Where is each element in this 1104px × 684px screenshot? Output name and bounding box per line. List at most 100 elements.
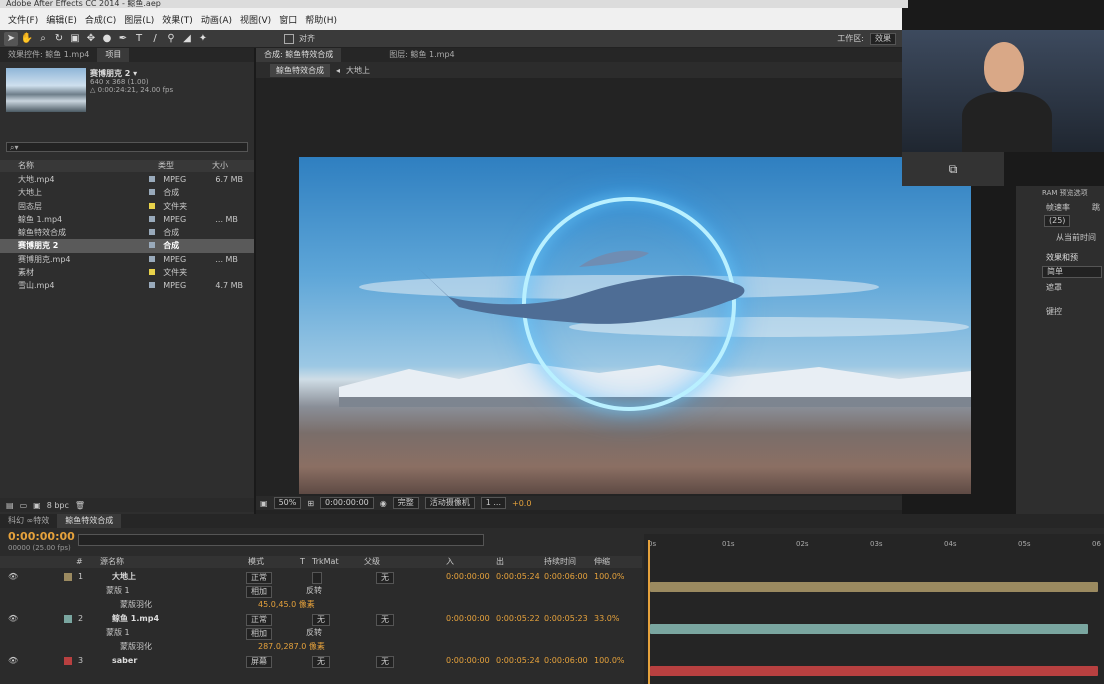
tab-composition[interactable]: 合成: 鲸鱼特效合成 <box>256 48 342 62</box>
layer-out[interactable]: 0:00:05:22 <box>496 612 540 626</box>
bpc-label[interactable]: 8 bpc <box>47 501 69 510</box>
from-current-label[interactable]: 从当前时间 <box>1056 232 1096 243</box>
menu-item[interactable]: 图层(L) <box>120 13 158 26</box>
layer-name[interactable]: 鲸鱼 1.mp4 <box>112 612 159 626</box>
tab-timeline-2[interactable]: 鲸鱼特效合成 <box>57 514 122 528</box>
timeline-search-input[interactable] <box>78 534 484 546</box>
layer-bar-2[interactable] <box>650 624 1088 634</box>
layer-stretch[interactable]: 33.0% <box>594 612 619 626</box>
tab-project[interactable]: 项目 <box>97 48 130 62</box>
layer-parent[interactable]: 无 <box>376 656 394 668</box>
effects-search-input[interactable]: 简单 <box>1042 266 1102 278</box>
layer-stretch[interactable]: 100.0% <box>594 570 625 584</box>
layer-bar-3[interactable] <box>650 666 1098 676</box>
pan-behind-tool-icon[interactable]: ✥ <box>84 32 98 46</box>
visibility-icon[interactable]: 👁 <box>8 612 18 626</box>
timeline-row[interactable]: 👁 3 saber 屏幕 无 无 0:00:00:00 0:00:05:24 0:00:06:0… <box>0 654 642 668</box>
pen-tool-icon[interactable]: ✒ <box>116 32 130 46</box>
tab-effect-controls[interactable]: 效果控件: 鲸鱼 1.mp4 <box>0 48 97 62</box>
hdr-source[interactable]: 源名称 <box>100 556 124 568</box>
mask-name[interactable]: 蒙版 1 <box>106 626 130 640</box>
text-tool-icon[interactable]: T <box>132 32 146 46</box>
project-item[interactable]: 雪山.mp4 MPEG 4.7 MB <box>0 279 254 292</box>
project-item[interactable]: 大地上 合成 <box>0 186 254 199</box>
timeline-row[interactable]: 👁 2 鲸鱼 1.mp4 正常 无 无 0:00:00:00 0:00:05:22 0:00:0… <box>0 612 642 626</box>
layer-duration[interactable]: 0:00:05:23 <box>544 612 588 626</box>
project-item[interactable]: 鲸鱼 1.mp4 MPEG ... MB <box>0 213 254 226</box>
group-keying[interactable]: 键控 <box>1046 306 1062 317</box>
tab-timeline-1[interactable]: 科幻 ∞特效 <box>0 514 57 528</box>
project-item[interactable]: 赛博朋克.mp4 MPEG ... MB <box>0 253 254 266</box>
hand-tool-icon[interactable]: ✋ <box>20 32 34 46</box>
camera-select[interactable]: 活动摄像机 <box>424 497 475 509</box>
timeline-row[interactable]: 蒙版 1 相加 反转 <box>0 626 642 640</box>
layer-parent[interactable]: 无 <box>376 614 394 626</box>
col-type[interactable]: 类型 <box>158 160 212 172</box>
menu-item[interactable]: 视图(V) <box>236 13 275 26</box>
layer-in[interactable]: 0:00:00:00 <box>446 612 490 626</box>
layer-name[interactable]: 大地上 <box>112 570 136 584</box>
layer-bar-1[interactable] <box>650 582 1098 592</box>
mask-invert[interactable]: 反转 <box>306 626 322 640</box>
layer-trkmat[interactable]: 无 <box>312 614 330 626</box>
visibility-icon[interactable]: 👁 <box>8 654 18 668</box>
quality-select[interactable]: 完整 <box>392 497 419 509</box>
timeline-row[interactable]: 👁 1 大地上 正常 无 0:00:00:00 0:00:05:24 0:00:06:00 10… <box>0 570 642 584</box>
label-color[interactable] <box>64 573 72 581</box>
col-name[interactable]: 名称 <box>0 160 158 172</box>
layer-stretch[interactable]: 100.0% <box>594 654 625 668</box>
layer-in[interactable]: 0:00:00:00 <box>446 654 490 668</box>
fps-select[interactable]: (25) <box>1044 215 1071 227</box>
layer-mode[interactable]: 正常 <box>246 614 272 626</box>
menu-item[interactable]: 效果(T) <box>158 13 197 26</box>
new-comp-icon[interactable]: ▣ <box>33 501 41 510</box>
eraser-tool-icon[interactable]: ◢ <box>180 32 194 46</box>
menu-item[interactable]: 编辑(E) <box>42 13 81 26</box>
menu-item[interactable]: 帮助(H) <box>301 13 341 26</box>
camera-tool-icon[interactable]: ▣ <box>68 32 82 46</box>
layer-out[interactable]: 0:00:05:24 <box>496 570 540 584</box>
project-item[interactable]: 素材 文件夹 <box>0 266 254 279</box>
workspace-select[interactable]: 效果 <box>870 32 896 45</box>
property-value[interactable]: 45.0,45.0 像素 <box>258 598 315 612</box>
project-item[interactable]: 鲸鱼特效合成 合成 <box>0 226 254 239</box>
timecode-display[interactable]: 0:00:00:00 <box>320 497 374 509</box>
group-mask[interactable]: 遮罩 <box>1046 282 1062 293</box>
mask-mode[interactable]: 相加 <box>246 586 272 598</box>
property-value[interactable]: 287.0,287.0 像素 <box>258 640 325 654</box>
visibility-icon[interactable]: 👁 <box>8 570 18 584</box>
zoom-tool-icon[interactable]: ⌕ <box>36 32 50 46</box>
tab-layer[interactable]: 图层: 鲸鱼 1.mp4 <box>381 48 462 62</box>
col-size[interactable]: 大小 <box>212 160 252 172</box>
time-ruler[interactable]: 0s 01s 02s 03s 04s 05s 06 <box>644 540 1104 552</box>
timeline-row[interactable]: 蒙版 1 相加 反转 <box>0 584 642 598</box>
layer-mode[interactable]: 屏幕 <box>246 656 272 668</box>
new-folder-icon[interactable]: ▭ <box>20 501 28 510</box>
breadcrumb-sub[interactable]: 大地上 <box>346 65 370 76</box>
layer-duration[interactable]: 0:00:06:00 <box>544 654 588 668</box>
clone-stamp-icon[interactable]: ⚲ <box>164 32 178 46</box>
composition-viewer[interactable] <box>299 157 971 494</box>
interpret-footage-icon[interactable]: ▤ <box>6 501 14 510</box>
menu-item[interactable]: 合成(C) <box>81 13 120 26</box>
snapshot-icon[interactable]: ◉ <box>380 499 387 508</box>
project-search-input[interactable]: ⌕▾ <box>6 142 248 152</box>
timeline-timecode[interactable]: 0:00:00:00 <box>8 530 75 543</box>
layer-name[interactable]: saber <box>112 654 137 668</box>
layer-mode[interactable]: 正常 <box>246 572 272 584</box>
brush-tool-icon[interactable]: / <box>148 32 162 46</box>
shape-tool-icon[interactable]: ● <box>100 32 114 46</box>
layer-in[interactable]: 0:00:00:00 <box>446 570 490 584</box>
layer-trkmat[interactable]: 无 <box>312 656 330 668</box>
project-item[interactable]: 赛博朋克 2 合成 <box>0 239 254 253</box>
menu-item[interactable]: 动画(A) <box>197 13 236 26</box>
grid-icon[interactable]: ⊞ <box>307 499 314 508</box>
layer-trkmat[interactable] <box>312 572 322 584</box>
selection-tool-icon[interactable]: ➤ <box>4 31 18 46</box>
label-color[interactable] <box>64 657 72 665</box>
layer-out[interactable]: 0:00:05:24 <box>496 654 540 668</box>
label-color[interactable] <box>64 615 72 623</box>
timeline-row[interactable]: 蒙版羽化 287.0,287.0 像素 <box>0 640 642 654</box>
project-item[interactable]: 固态层 文件夹 <box>0 200 254 213</box>
project-item[interactable]: 大地.mp4 MPEG 6.7 MB <box>0 173 254 186</box>
